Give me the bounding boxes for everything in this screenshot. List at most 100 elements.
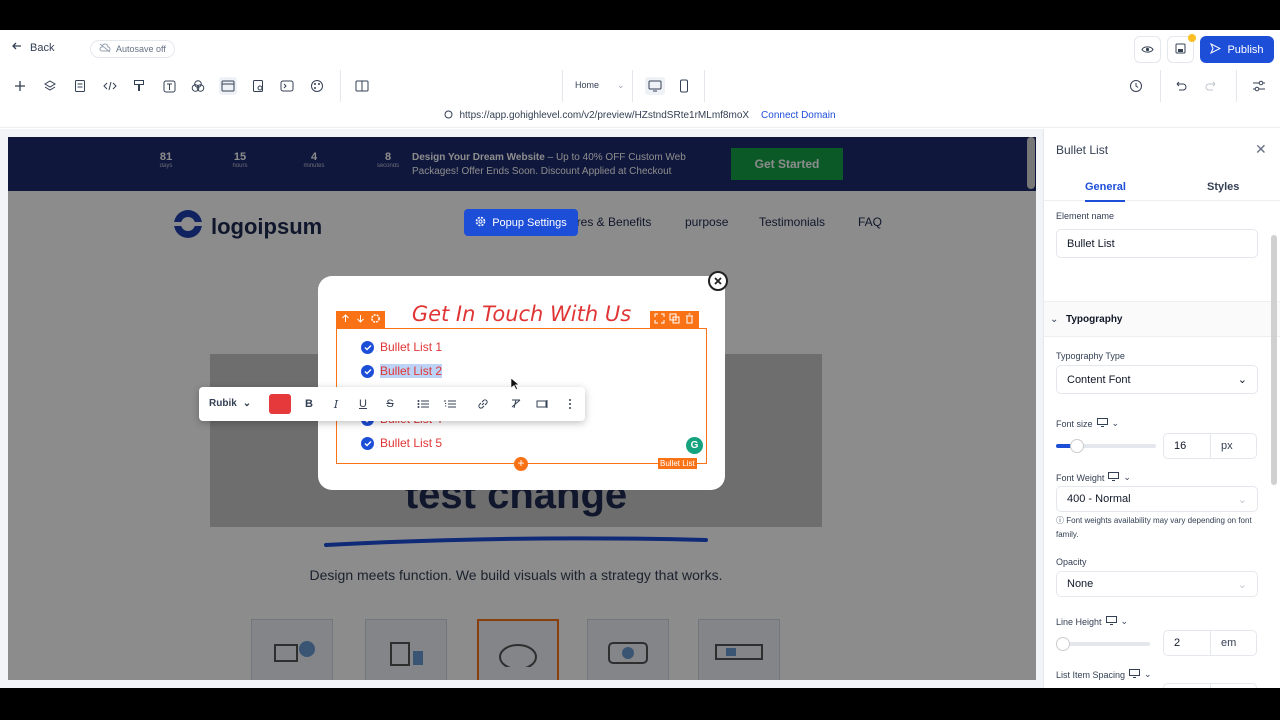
top-bar: Back Autosave off Publish: [0, 30, 1280, 68]
line-height-unit[interactable]: em: [1211, 630, 1257, 656]
list-item[interactable]: Bullet List 1: [361, 340, 442, 354]
font-family-value: Rubik: [209, 398, 237, 409]
chevron-down-icon: ⌄: [1237, 493, 1247, 506]
autosave-toggle[interactable]: Autosave off: [90, 40, 175, 58]
list-item-spacing-label: List Item Spacing ⌄: [1056, 669, 1152, 680]
element-type-tag: Bullet List: [658, 458, 697, 469]
font-family-dropdown[interactable]: Rubik ⌄: [209, 398, 251, 409]
preview-url[interactable]: https://app.gohighlevel.com/v2/preview/H…: [459, 110, 749, 121]
layers-icon[interactable]: [41, 77, 59, 95]
expand-icon[interactable]: [654, 311, 665, 329]
element-move-controls: [336, 311, 385, 328]
bold-icon[interactable]: B: [301, 396, 317, 412]
chevron-down-icon: ⌄: [1123, 472, 1131, 482]
font-size-slider[interactable]: [1056, 439, 1156, 453]
opacity-label: Opacity: [1056, 557, 1087, 567]
typography-section-header[interactable]: ⌄ Typography: [1044, 301, 1280, 337]
check-circle-icon: [361, 340, 374, 354]
active-tab-indicator: [1085, 200, 1125, 202]
popup-close-button[interactable]: [708, 271, 728, 291]
autosave-label: Autosave off: [116, 44, 166, 54]
popup-icon[interactable]: [219, 77, 237, 95]
slider-knob[interactable]: [1070, 439, 1084, 453]
form-icon[interactable]: [249, 77, 267, 95]
mouse-cursor-icon: [510, 377, 520, 396]
desktop-icon: [1096, 418, 1108, 429]
tab-styles[interactable]: Styles: [1207, 181, 1239, 193]
history-icon[interactable]: [1127, 77, 1145, 95]
tab-general[interactable]: General: [1085, 181, 1126, 193]
info-icon: ⓘ: [1056, 516, 1064, 525]
connect-domain-link[interactable]: Connect Domain: [761, 110, 835, 121]
link-icon[interactable]: [475, 396, 491, 412]
grammarly-icon[interactable]: G: [686, 437, 703, 454]
element-name-field[interactable]: Bullet List: [1056, 229, 1258, 258]
chevron-down-icon: ⌄: [1144, 669, 1152, 679]
preview-button[interactable]: [1134, 36, 1161, 63]
more-options-icon[interactable]: [562, 396, 578, 412]
palette-icon[interactable]: [308, 77, 326, 95]
popup-settings-button[interactable]: Popup Settings: [464, 209, 578, 236]
line-height-input[interactable]: 2: [1163, 630, 1211, 656]
page-selector[interactable]: Home ⌄: [575, 80, 625, 91]
paint-icon[interactable]: [130, 77, 148, 95]
undo-icon[interactable]: [1172, 77, 1190, 95]
publish-label: Publish: [1227, 43, 1264, 56]
arrow-down-icon[interactable]: [355, 311, 366, 329]
chevron-down-icon: ⌄: [242, 398, 252, 409]
line-height-slider[interactable]: [1056, 637, 1150, 651]
text-icon[interactable]: [160, 77, 178, 95]
unsaved-indicator: [1188, 34, 1196, 42]
desktop-view-icon[interactable]: [645, 77, 665, 95]
list-spacing-input[interactable]: 0: [1163, 683, 1211, 688]
bullet-list-icon[interactable]: [415, 396, 431, 412]
check-circle-icon: [361, 436, 374, 450]
chevron-down-icon: ⌄: [617, 80, 625, 90]
opacity-select[interactable]: None ⌄: [1056, 571, 1258, 597]
slider-knob[interactable]: [1056, 637, 1070, 651]
chevron-down-icon: ⌄: [1237, 578, 1247, 591]
font-weight-select[interactable]: 400 - Normal ⌄: [1056, 486, 1258, 512]
add-element-icon[interactable]: [11, 77, 29, 95]
text-highlight-icon[interactable]: [535, 396, 551, 412]
publish-button[interactable]: Publish: [1200, 36, 1274, 63]
list-spacing-unit[interactable]: px: [1211, 683, 1257, 688]
font-size-unit[interactable]: px: [1211, 433, 1257, 459]
close-icon[interactable]: ✕: [1255, 141, 1267, 158]
split-view-icon[interactable]: [353, 77, 371, 95]
terminal-icon[interactable]: [278, 77, 296, 95]
list-item[interactable]: Bullet List 2: [361, 364, 443, 378]
trash-icon[interactable]: [684, 311, 695, 329]
settings-sliders-icon[interactable]: [1250, 77, 1268, 95]
typography-type-value: Content Font: [1067, 373, 1131, 386]
code-icon[interactable]: [101, 77, 119, 95]
font-size-input[interactable]: 16: [1163, 433, 1211, 459]
font-weight-label: Font Weight ⌄: [1056, 472, 1131, 483]
back-button[interactable]: Back: [12, 41, 54, 54]
panel-title: Bullet List: [1056, 143, 1109, 157]
text-format-toolbar: Rubik ⌄ B I U S: [199, 387, 585, 421]
check-circle-icon: [361, 364, 374, 378]
arrow-up-icon[interactable]: [340, 311, 351, 329]
integrations-icon[interactable]: [189, 77, 207, 95]
numbered-list-icon[interactable]: [442, 396, 458, 412]
typography-type-select[interactable]: Content Font ⌄: [1056, 365, 1258, 394]
arrow-left-icon: [12, 41, 22, 54]
add-below-button[interactable]: +: [514, 457, 528, 471]
gear-icon[interactable]: [370, 311, 381, 329]
text-color-swatch[interactable]: [269, 394, 291, 414]
mobile-view-icon[interactable]: [675, 77, 693, 95]
font-size-label: Font size ⌄: [1056, 418, 1120, 429]
desktop-icon: [1105, 616, 1117, 627]
list-item[interactable]: Bullet List 5: [361, 436, 442, 450]
clear-format-icon[interactable]: [508, 396, 524, 412]
panel-scrollbar[interactable]: [1271, 235, 1277, 485]
canvas-scrollbar[interactable]: [1027, 137, 1035, 189]
underline-icon[interactable]: U: [355, 396, 371, 412]
copy-icon[interactable]: [669, 311, 680, 329]
builder-app: Back Autosave off Publish Home ⌄ https:/…: [0, 30, 1280, 688]
redo-icon[interactable]: [1202, 77, 1220, 95]
italic-icon[interactable]: I: [328, 396, 344, 412]
strikethrough-icon[interactable]: S: [382, 396, 398, 412]
pages-icon[interactable]: [71, 77, 89, 95]
